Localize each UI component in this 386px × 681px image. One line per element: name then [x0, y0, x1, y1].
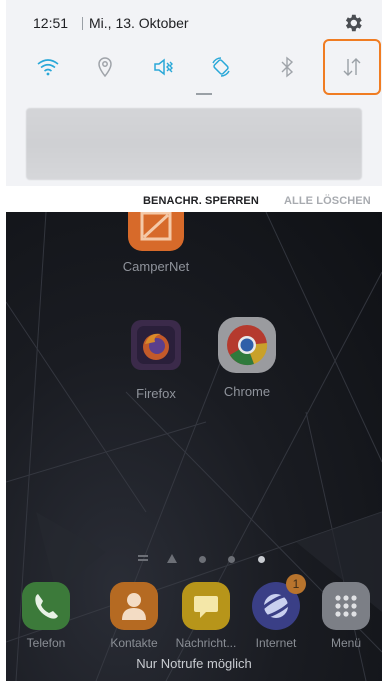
chrome-icon [218, 317, 276, 373]
notification-actions: BENACHR. SPERREN ALLE LÖSCHEN [6, 186, 382, 212]
phone-icon [22, 582, 70, 630]
clock: 12:51 [33, 15, 69, 31]
divider [82, 17, 83, 30]
page-dot [228, 556, 235, 563]
page-dot [199, 556, 206, 563]
app-label: CamperNet [122, 259, 190, 274]
messages-icon [182, 582, 230, 630]
location-icon [98, 57, 112, 78]
dock-label: Telefon [26, 636, 66, 650]
quick-setting-bluetooth[interactable] [272, 52, 302, 82]
clear-all-button[interactable]: ALLE LÖSCHEN [284, 195, 371, 207]
dock-label: Internet [255, 636, 297, 650]
quick-setting-auto-rotate[interactable] [206, 52, 236, 82]
app-drawer-icon [322, 582, 370, 630]
app-chrome[interactable]: Chrome [207, 317, 287, 399]
app-campernet[interactable]: CamperNet [116, 203, 196, 274]
internet-icon: 1 [252, 574, 306, 630]
dock-label: Kontakte [110, 636, 158, 650]
quick-setting-wifi[interactable] [33, 52, 63, 82]
dock-label: Nachricht... [175, 636, 237, 650]
mute-icon [154, 58, 173, 76]
app-label: Chrome [223, 384, 271, 399]
wifi-icon [37, 59, 59, 76]
gear-icon[interactable] [342, 12, 364, 34]
app-firefox[interactable]: Firefox [116, 320, 196, 401]
drag-handle[interactable] [196, 93, 212, 95]
dock-menu[interactable]: Menü [316, 582, 376, 650]
dock-kontakte[interactable]: Kontakte [94, 582, 174, 650]
app-label: Firefox [136, 386, 176, 401]
emergency-calls-text: Nur Notrufe möglich [136, 656, 252, 671]
page-indicator [6, 553, 382, 565]
phone-screen: CamperNet Firefox Chrome Telefon Kontakt… [6, 0, 382, 681]
notification-card[interactable] [26, 108, 362, 180]
home-dot-icon [167, 554, 177, 563]
notification-shade: 12:51 Mi., 13. Oktober BENACHR. SPERREN … [6, 0, 382, 212]
home-page-indicator-icon [138, 555, 148, 563]
bluetooth-icon [281, 56, 294, 78]
quick-setting-sound[interactable] [148, 52, 178, 82]
dock-telefon[interactable]: Telefon [16, 582, 76, 650]
highlight-box [323, 39, 381, 95]
dock-label: Menü [330, 636, 362, 650]
block-notifications-button[interactable]: BENACHR. SPERREN [143, 195, 259, 207]
dock-nachrichten[interactable]: Nachricht... [166, 582, 246, 650]
rotate-icon [212, 57, 230, 77]
contacts-icon [110, 582, 158, 630]
page-dot-active [258, 556, 265, 563]
firefox-icon [131, 320, 181, 370]
date[interactable]: Mi., 13. Oktober [89, 15, 189, 31]
dock-internet[interactable]: 1 Internet [236, 574, 316, 650]
notification-badge: 1 [286, 574, 306, 594]
quick-setting-location[interactable] [90, 52, 120, 82]
